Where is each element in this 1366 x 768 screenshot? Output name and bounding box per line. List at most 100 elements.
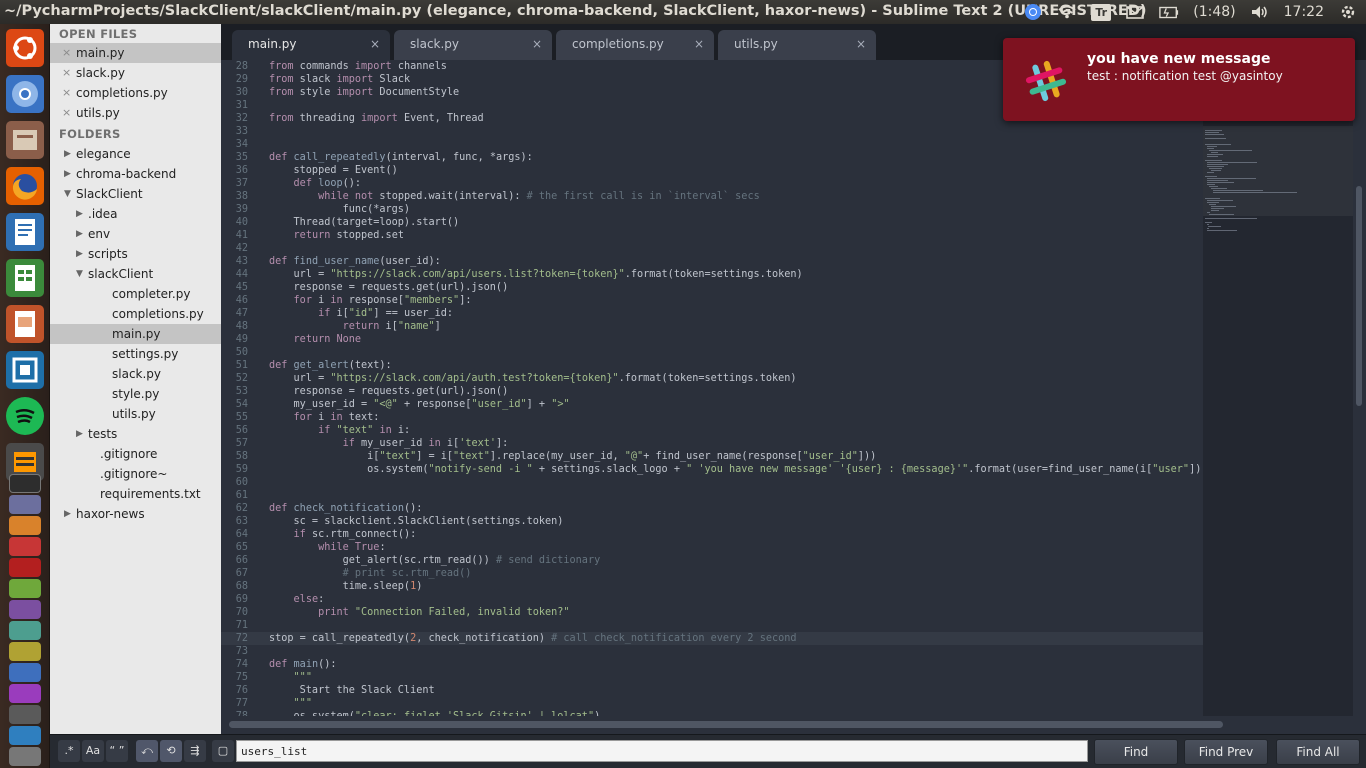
folder-item[interactable]: ▶ haxor-news [50,504,221,524]
tab-main-py[interactable]: main.py × [232,30,390,60]
launcher-app-icon[interactable] [9,621,41,640]
disclosure-open-icon[interactable]: ▼ [76,264,83,284]
code-line[interactable]: 45 response = requests.get(url).json() [221,281,1203,294]
volume-icon[interactable] [1250,3,1270,21]
writer-icon[interactable] [6,213,44,251]
code-line[interactable]: 54 my_user_id = "<@" + response["user_id… [221,398,1203,411]
code-line[interactable]: 43 def find_user_name(user_id): [221,255,1203,268]
wifi-icon[interactable] [1057,3,1077,21]
code-line[interactable]: 73 [221,645,1203,658]
code-line[interactable]: 64 if sc.rtm_connect(): [221,528,1203,541]
code-line[interactable]: 50 [221,346,1203,359]
launcher-app-icon[interactable] [9,495,41,514]
open-file-item[interactable]: × slack.py [50,63,221,83]
code-line[interactable]: 35 def call_repeatedly(interval, func, *a… [221,151,1203,164]
code-line[interactable]: 75 """ [221,671,1203,684]
code-line[interactable]: 48 return i["name"] [221,320,1203,333]
code-line[interactable]: 62 def check_notification(): [221,502,1203,515]
regex-toggle[interactable]: .* [58,740,80,762]
file-item[interactable]: completer.py [50,284,221,304]
code-line[interactable]: 39 func(*args) [221,203,1203,216]
code-line[interactable]: 40 Thread(target=loop).start() [221,216,1203,229]
disclosure-closed-icon[interactable]: ▶ [76,224,83,244]
launcher-app-icon[interactable] [9,516,41,535]
folder-item[interactable]: ▼ slackClient [50,264,221,284]
code-line[interactable]: 55 for i in text: [221,411,1203,424]
tab-completions-py[interactable]: completions.py × [556,30,714,60]
code-line[interactable]: 57 if my_user_id in i['text']: [221,437,1203,450]
code-line[interactable]: 63 sc = slackclient.SlackClient(settings… [221,515,1203,528]
notification-bubble[interactable]: you have new message test : notification… [1003,38,1355,121]
launcher-app-icon[interactable] [9,600,41,619]
chromium-icon[interactable] [6,75,44,113]
code-line[interactable]: 49 return None [221,333,1203,346]
code-line[interactable]: 74 def main(): [221,658,1203,671]
code-line[interactable]: 44 url = "https://slack.com/api/users.li… [221,268,1203,281]
launcher-app-icon[interactable] [9,726,41,745]
wrap-toggle[interactable]: ⟲ [160,740,182,762]
terminal-icon[interactable] [9,474,41,493]
launcher-app-icon[interactable] [9,537,41,556]
file-item[interactable]: requirements.txt [50,484,221,504]
code-line[interactable]: 38 while not stopped.wait(interval): # t… [221,190,1203,203]
battery-icon[interactable] [1159,3,1179,21]
open-file-item[interactable]: × main.py [50,43,221,63]
close-file-icon[interactable]: × [62,63,71,83]
disclosure-closed-icon[interactable]: ▶ [64,144,71,164]
highlight-toggle[interactable]: ▢ [212,740,234,762]
code-line[interactable]: 37 def loop(): [221,177,1203,190]
case-toggle[interactable]: Aa [82,740,104,762]
impress-icon[interactable] [6,305,44,343]
app-store-icon[interactable] [6,351,44,389]
file-item[interactable]: settings.py [50,344,221,364]
code-line[interactable]: 33 [221,125,1203,138]
find-prev-button[interactable]: Find Prev [1184,739,1268,765]
code-line[interactable]: 46 for i in response["members"]: [221,294,1203,307]
tab-close-icon[interactable]: × [370,30,380,58]
folder-item[interactable]: ▶ chroma-backend [50,164,221,184]
code-line[interactable]: 41 return stopped.set [221,229,1203,242]
in-selection-toggle[interactable]: ⇶ [184,740,206,762]
power-gear-icon[interactable] [1338,3,1358,21]
folder-item[interactable]: ▶ .idea [50,204,221,224]
find-all-button[interactable]: Find All [1276,739,1360,765]
code-line[interactable]: 36 stopped = Event() [221,164,1203,177]
code-line[interactable]: 59 os.system("notify-send -i " + setting… [221,463,1203,476]
files-icon[interactable] [6,121,44,159]
close-file-icon[interactable]: × [62,83,71,103]
file-item[interactable]: .gitignore [50,444,221,464]
mail-icon[interactable] [1125,3,1145,21]
disclosure-open-icon[interactable]: ▼ [64,184,71,204]
code-line[interactable]: 66 get_alert(sc.rtm_read()) # send dicti… [221,554,1203,567]
launcher-app-icon[interactable] [9,579,41,598]
code-line[interactable]: 76 Start the Slack Client [221,684,1203,697]
vertical-scroll-thumb[interactable] [1356,186,1362,406]
disclosure-closed-icon[interactable]: ▶ [64,164,71,184]
chrome-tray-icon[interactable] [1023,3,1043,21]
disclosure-closed-icon[interactable]: ▶ [76,244,83,264]
close-file-icon[interactable]: × [62,103,71,123]
ubuntu-dash-icon[interactable] [6,29,44,67]
file-item[interactable]: completions.py [50,304,221,324]
tab-close-icon[interactable]: × [532,30,542,58]
file-item[interactable]: main.py [50,324,221,344]
whole-word-toggle[interactable]: “ ” [106,740,128,762]
tab-close-icon[interactable]: × [694,30,704,58]
tab-utils-py[interactable]: utils.py × [718,30,876,60]
vertical-scrollbar[interactable] [1353,60,1366,716]
file-item[interactable]: style.py [50,384,221,404]
code-line[interactable]: 52 url = "https://slack.com/api/auth.tes… [221,372,1203,385]
keyboard-input-icon[interactable]: Tr [1091,3,1112,21]
code-line[interactable]: 42 [221,242,1203,255]
code-line[interactable]: 61 [221,489,1203,502]
code-line[interactable]: 77 """ [221,697,1203,710]
launcher-app-icon[interactable] [9,642,41,661]
firefox-icon[interactable] [6,167,44,205]
tab-close-icon[interactable]: × [856,30,866,58]
folder-item[interactable]: ▶ elegance [50,144,221,164]
open-file-item[interactable]: × utils.py [50,103,221,123]
find-button[interactable]: Find [1094,739,1178,765]
code-line[interactable]: 69 else: [221,593,1203,606]
disclosure-closed-icon[interactable]: ▶ [64,504,71,524]
code-line[interactable]: 72 stop = call_repeatedly(2, check_notifi… [221,632,1203,645]
